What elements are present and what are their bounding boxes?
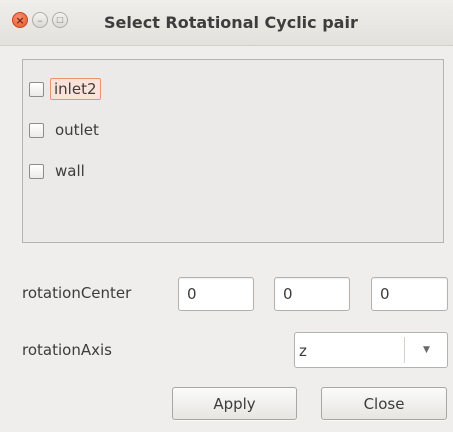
patch-checkbox[interactable] bbox=[29, 122, 44, 138]
rotation-center-y-field[interactable]: 0 bbox=[274, 277, 350, 311]
apply-button[interactable]: Apply bbox=[172, 387, 297, 420]
rotation-axis-combo[interactable]: z ▼ bbox=[294, 332, 448, 368]
patch-item-outlet[interactable]: outlet bbox=[29, 119, 102, 141]
window-maximize-icon[interactable]: □ bbox=[52, 12, 68, 28]
patch-checkbox[interactable] bbox=[29, 163, 44, 179]
rotation-axis-value[interactable]: z bbox=[299, 342, 307, 360]
patch-item-wall[interactable]: wall bbox=[29, 160, 88, 182]
chevron-down-icon[interactable]: ▼ bbox=[405, 333, 448, 367]
window-minimize-icon[interactable]: – bbox=[32, 12, 48, 28]
patch-label: outlet bbox=[55, 121, 99, 139]
window-close-icon[interactable]: × bbox=[12, 12, 28, 28]
patch-checkbox[interactable] bbox=[29, 81, 44, 97]
rotation-center-label: rotationCenter bbox=[22, 284, 132, 302]
close-button[interactable]: Close bbox=[321, 387, 447, 420]
title-bar: × – □ Select Rotational Cyclic pair bbox=[0, 0, 453, 46]
patch-label: inlet2 bbox=[50, 78, 101, 100]
patch-item-inlet2[interactable]: inlet2 bbox=[29, 78, 101, 100]
patch-label: wall bbox=[55, 162, 85, 180]
rotation-center-x-field[interactable]: 0 bbox=[178, 277, 254, 311]
patch-list[interactable]: inlet2 outlet wall bbox=[22, 59, 444, 243]
rotation-center-z-field[interactable]: 0 bbox=[371, 277, 448, 311]
window-title: Select Rotational Cyclic pair bbox=[104, 13, 358, 32]
rotation-axis-label: rotationAxis bbox=[22, 341, 112, 359]
